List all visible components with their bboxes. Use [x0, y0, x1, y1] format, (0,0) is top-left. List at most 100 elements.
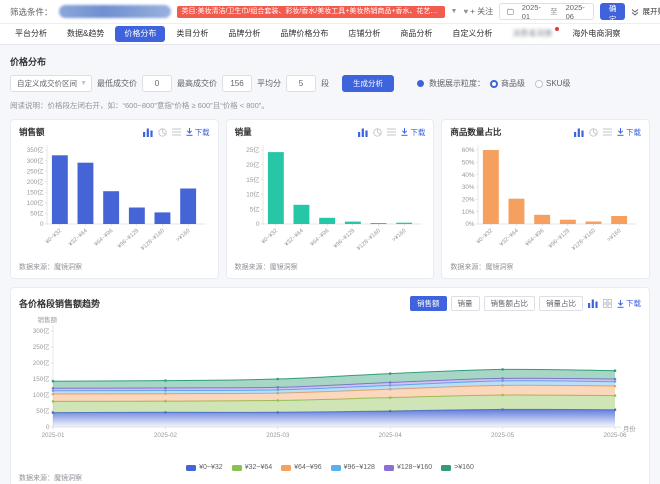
granularity-label: 数据展示粒度： [429, 78, 485, 89]
tab-label: 品牌分析 [228, 29, 260, 38]
granularity-option-0[interactable]: 商品级 [490, 78, 525, 89]
tab-shop[interactable]: 店铺分析 [339, 26, 389, 42]
download-button[interactable]: 下载 [617, 127, 641, 138]
svg-text:2025-06: 2025-06 [603, 432, 627, 439]
tab-brand[interactable]: 品牌分析 [219, 26, 269, 42]
download-label: 下载 [195, 127, 210, 138]
list-icon[interactable] [603, 128, 612, 136]
legend-label: ¥32~¥64 [245, 464, 272, 471]
tab-price-distribution[interactable]: 价格分布 [115, 26, 165, 42]
split-count-input[interactable] [286, 75, 316, 92]
svg-text:60%: 60% [462, 147, 475, 154]
new-badge [555, 27, 559, 31]
legend-item-4[interactable]: ¥128~¥160 [384, 464, 432, 471]
date-to-value[interactable]: 2025-06 [566, 3, 586, 21]
bar-chart-icon[interactable] [588, 299, 598, 308]
svg-text:销售额: 销售额 [38, 315, 58, 324]
price-range-select[interactable]: 自定义成交价区间 ▼ [10, 75, 92, 92]
tab-label: 平台分析 [15, 29, 47, 38]
tab-product[interactable]: 商品分析 [391, 26, 441, 42]
svg-text:¥128~¥160: ¥128~¥160 [356, 228, 382, 252]
list-icon[interactable] [387, 128, 396, 136]
svg-text:0: 0 [40, 221, 44, 228]
download-button[interactable]: 下载 [401, 127, 425, 138]
calendar-icon [507, 7, 514, 16]
tab-category[interactable]: 类目分析 [167, 26, 217, 42]
min-price-input[interactable] [142, 75, 172, 92]
follow-button[interactable]: ♥ + 关注 [463, 6, 493, 17]
download-icon [186, 128, 193, 136]
legend-swatch [232, 465, 242, 471]
filter-conditions-label: 筛选条件： [10, 6, 53, 18]
card-title: 销量 [235, 126, 252, 138]
legend-item-1[interactable]: ¥32~¥64 [232, 464, 272, 471]
svg-text:200亿: 200亿 [33, 358, 50, 367]
download-label: 下载 [626, 298, 641, 309]
legend-item-0[interactable]: ¥0~¥32 [186, 464, 223, 471]
legend-label: >¥160 [454, 464, 474, 471]
product-count-share-bar-chart: 0%10%20%30%40%50%60%¥0~¥32¥32~¥64¥64~¥96… [450, 140, 640, 258]
legend-item-5[interactable]: >¥160 [441, 464, 474, 471]
svg-text:300亿: 300亿 [33, 326, 50, 335]
max-price-label: 最高成交价 [177, 78, 217, 89]
grid-icon[interactable] [603, 299, 612, 308]
generate-analysis-button[interactable]: 生成分析 [342, 75, 394, 92]
download-button[interactable]: 下载 [186, 127, 210, 138]
svg-text:30%: 30% [462, 184, 475, 191]
split-label: 平均分 [257, 78, 281, 89]
pie-chart-icon[interactable] [158, 128, 167, 137]
expand-filters-button[interactable]: 展开筛选条件 [631, 6, 660, 17]
bar-chart-icon[interactable] [358, 128, 368, 137]
product-count-share-card: 商品数量占比 下载 0%10%20%30%40%50%60%¥0~¥32¥32~… [441, 119, 650, 279]
split-unit-label: 段 [321, 78, 329, 89]
svg-text:10%: 10% [462, 209, 475, 216]
tab-label: 品牌价格分布 [280, 29, 328, 38]
svg-text:月份: 月份 [623, 424, 636, 433]
stacked-area-chart: 销售额050亿100亿150亿200亿250亿300亿2025-012025-0… [19, 311, 643, 461]
legend-label: ¥64~¥96 [294, 464, 321, 471]
tab-label: 商品分析 [400, 29, 432, 38]
main-content: 价格分布 自定义成交价区间 ▼ 最低成交价 最高成交价 平均分 段 生成分析 数… [0, 45, 660, 484]
tab-scale-trend[interactable]: 数据&趋势 [58, 26, 113, 42]
metric-button-volume[interactable]: 销量 [451, 296, 480, 311]
download-button[interactable]: 下载 [617, 298, 641, 309]
tab-overseas[interactable]: 海外电商洞察 [563, 26, 629, 42]
legend-swatch [281, 465, 291, 471]
svg-text:¥96~¥128: ¥96~¥128 [333, 228, 356, 250]
data-source: 数据来源：魔镜洞察 [235, 262, 426, 272]
max-price-input[interactable] [222, 75, 252, 92]
metric-button-sales-share[interactable]: 销售额占比 [484, 296, 536, 311]
metric-button-volume-share[interactable]: 销量占比 [539, 296, 583, 311]
legend-item-2[interactable]: ¥64~¥96 [281, 464, 321, 471]
bar-chart-icon[interactable] [574, 128, 584, 137]
legend-swatch [384, 465, 394, 471]
pie-chart-icon[interactable] [589, 128, 598, 137]
pie-chart-icon[interactable] [373, 128, 382, 137]
chart-cards-row: 销售额 下载 050亿100亿150亿200亿250亿300亿350亿¥0~¥3… [10, 119, 650, 279]
tab-label: 数据&趋势 [67, 29, 104, 38]
chevron-down-icon[interactable]: ▼ [451, 8, 458, 15]
min-price-label: 最低成交价 [97, 78, 137, 89]
tab-brand-price[interactable]: 品牌价格分布 [271, 26, 337, 42]
tab-platform[interactable]: 平台分析 [6, 26, 56, 42]
date-from-value[interactable]: 2025-01 [522, 3, 542, 21]
expand-icon [631, 8, 639, 16]
redacted-filter-value[interactable] [59, 5, 171, 18]
svg-text:¥0~¥32: ¥0~¥32 [45, 228, 64, 246]
date-range-picker[interactable]: 2025-01 至 2025-06 [499, 3, 594, 20]
metric-button-sales[interactable]: 销售额 [410, 296, 447, 311]
granularity-option-1[interactable]: SKU级 [535, 78, 570, 89]
list-icon[interactable] [172, 128, 181, 136]
svg-text:0%: 0% [466, 221, 476, 228]
svg-text:25亿: 25亿 [246, 145, 259, 154]
bar-chart-icon[interactable] [143, 128, 153, 137]
legend-item-3[interactable]: ¥96~¥128 [331, 464, 375, 471]
confirm-button[interactable]: 确定 [600, 3, 626, 20]
card-title: 商品数量占比 [450, 126, 501, 138]
tab-consumer-insight[interactable]: 消费者洞察 [503, 26, 561, 42]
svg-text:250亿: 250亿 [27, 166, 44, 175]
download-icon [401, 128, 408, 136]
category-filter-tag[interactable]: 类目:美妆清洁/卫生巾/组合套装、彩妆/香水/美妆工具+美妆热销商品+香水、花艺… [177, 6, 445, 18]
legend-swatch [186, 465, 196, 471]
tab-custom[interactable]: 自定义分析 [443, 26, 501, 42]
